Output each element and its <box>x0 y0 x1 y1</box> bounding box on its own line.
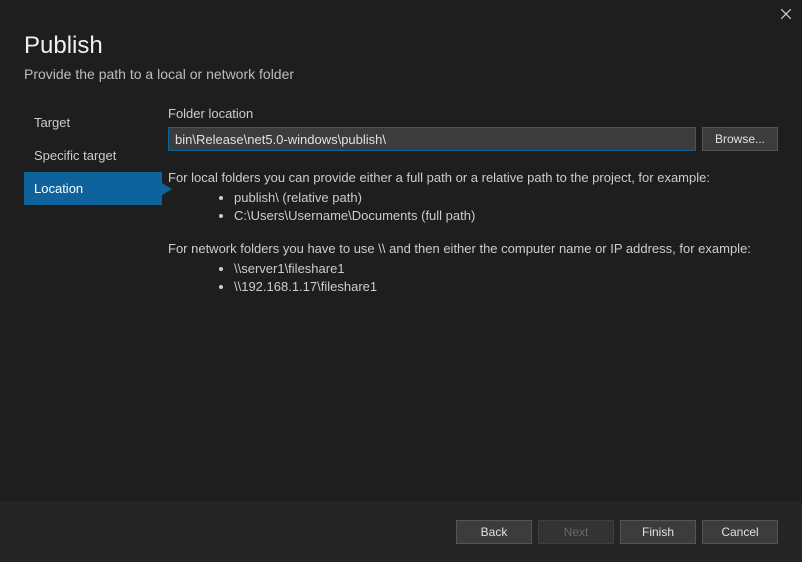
help-network-intro: For network folders you have to use \\ a… <box>168 240 778 258</box>
next-button: Next <box>538 520 614 544</box>
browse-button[interactable]: Browse... <box>702 127 778 151</box>
help-example: publish\ (relative path) <box>234 189 778 207</box>
folder-location-input[interactable] <box>168 127 696 151</box>
help-example: C:\Users\Username\Documents (full path) <box>234 207 778 225</box>
back-button[interactable]: Back <box>456 520 532 544</box>
cancel-button[interactable]: Cancel <box>702 520 778 544</box>
help-local-intro: For local folders you can provide either… <box>168 169 778 187</box>
nav-item-target[interactable]: Target <box>24 106 162 139</box>
finish-button[interactable]: Finish <box>620 520 696 544</box>
page-title: Publish <box>24 32 802 60</box>
nav-label: Location <box>34 181 83 196</box>
wizard-nav: Target Specific target Location <box>24 106 162 310</box>
page-subtitle: Provide the path to a local or network f… <box>24 66 802 82</box>
nav-item-location[interactable]: Location <box>24 172 162 205</box>
nav-label: Specific target <box>34 148 116 163</box>
close-icon[interactable] <box>770 0 802 28</box>
help-text: For local folders you can provide either… <box>168 169 778 296</box>
help-example: \\server1\fileshare1 <box>234 260 778 278</box>
folder-location-label: Folder location <box>168 106 778 121</box>
help-example: \\192.168.1.17\fileshare1 <box>234 278 778 296</box>
nav-label: Target <box>34 115 70 130</box>
wizard-footer: Back Next Finish Cancel <box>0 502 802 562</box>
nav-item-specific-target[interactable]: Specific target <box>24 139 162 172</box>
